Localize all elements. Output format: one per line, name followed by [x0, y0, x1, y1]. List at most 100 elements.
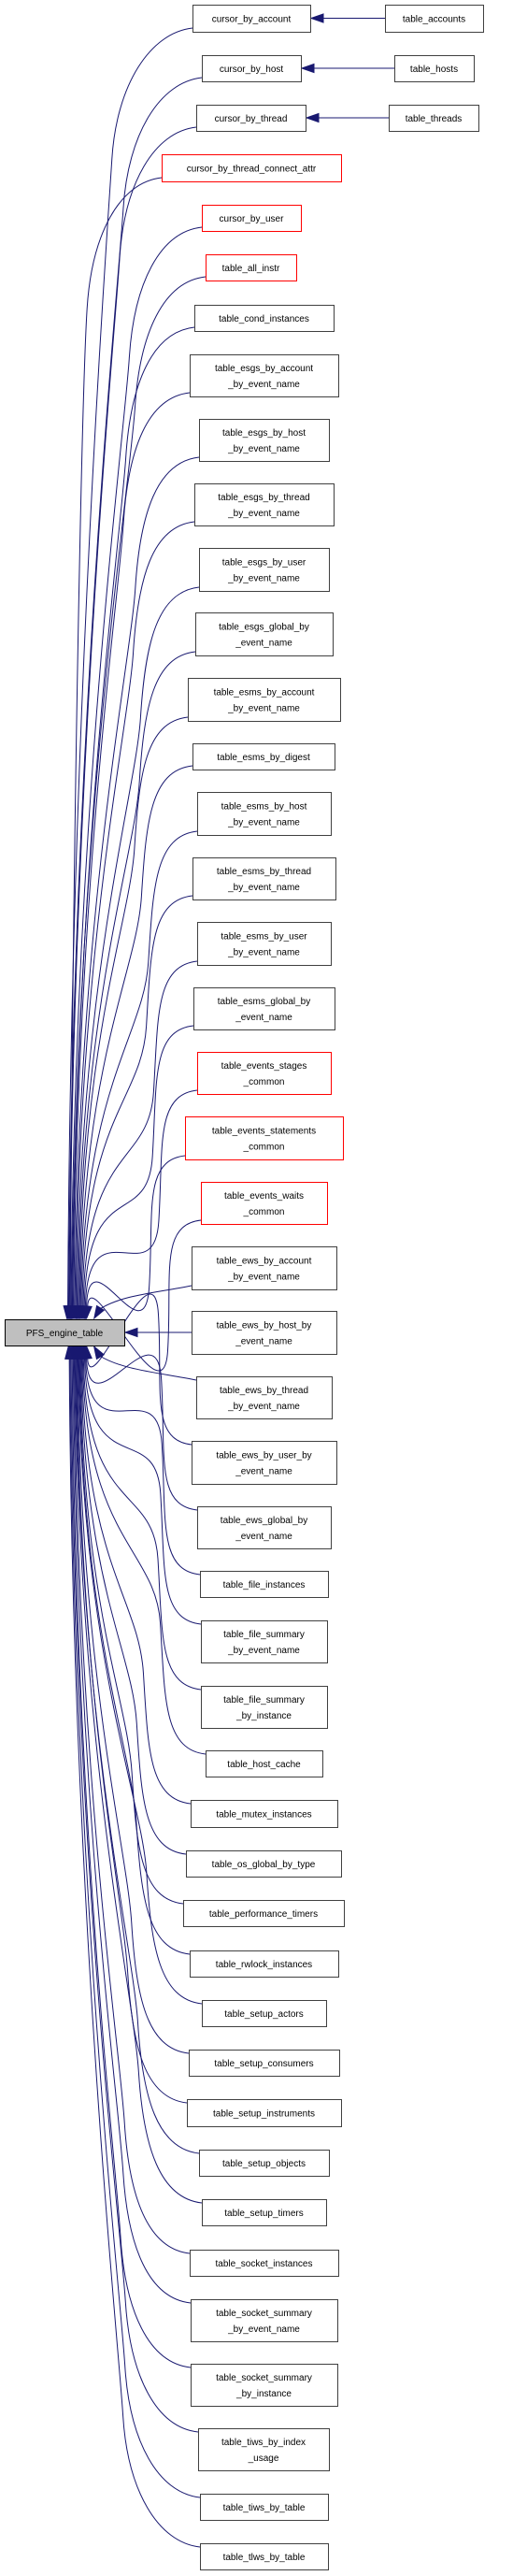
edge-table-file-summary-by-event-name-to-pfs-engine-table	[83, 1358, 202, 1625]
edge-table-socket-summary-by-instance-to-pfs-engine-table	[71, 1358, 192, 2368]
node-label: _by_event_name	[227, 948, 300, 958]
node-table-ews-by-user-by-event-name[interactable]: table_ews_by_user_by _event_name	[192, 1441, 337, 1485]
node-box	[197, 922, 332, 966]
node-table-setup-instruments[interactable]: table_setup_instruments	[187, 2099, 342, 2127]
node-label: table_ews_by_account	[217, 1257, 312, 1267]
node-label: table_threads	[406, 114, 463, 124]
node-table-tiws-by-table[interactable]: table_tiws_by_table	[200, 2494, 329, 2521]
node-table-esms-by-thread-by-event-name[interactable]: table_esms_by_thread _by_event_name	[192, 857, 336, 900]
node-box	[194, 483, 335, 526]
node-table-ews-by-thread-by-event-name[interactable]: table_ews_by_thread _by_event_name	[196, 1376, 333, 1419]
node-table-esgs-by-account-by-event-name[interactable]: table_esgs_by_account _by_event_name	[190, 354, 339, 397]
edge-table-events-waits-common-to-pfs-engine-table	[87, 1219, 202, 1372]
node-label: _common	[243, 1207, 285, 1217]
node-label: _by_event_name	[227, 2324, 300, 2335]
node-table-mutex-instances[interactable]: table_mutex_instances	[191, 1800, 338, 1828]
node-label: _event_name	[235, 1013, 292, 1023]
node-table-socket-summary-by-event-name[interactable]: table_socket_summary _by_event_name	[191, 2299, 338, 2342]
node-box	[197, 1052, 332, 1095]
node-table-events-waits-common[interactable]: table_events_waits _common	[201, 1182, 328, 1225]
node-box	[199, 419, 330, 462]
node-cursor-by-account[interactable]: cursor_by_account	[192, 5, 311, 33]
node-table-file-instances[interactable]: table_file_instances	[200, 1571, 329, 1598]
node-label: _by_event_name	[227, 574, 300, 584]
node-table-file-summary-by-instance[interactable]: table_file_summary _by_instance	[201, 1686, 328, 1729]
node-table-ews-global-by-event-name[interactable]: table_ews_global_by _event_name	[197, 1506, 332, 1549]
node-table-os-global-by-type[interactable]: table_os_global_by_type	[186, 1850, 342, 1878]
node-table-esgs-by-user-by-event-name[interactable]: table_esgs_by_user _by_event_name	[199, 548, 330, 592]
node-box	[192, 857, 336, 900]
node-label: _by_event_name	[227, 380, 300, 390]
edge-table-esms-by-thread-by-event-name-to-pfs-engine-table	[81, 895, 193, 1307]
node-label: _by_event_name	[227, 1646, 300, 1656]
edge-table-esms-global-by-event-name-to-pfs-engine-table	[83, 1025, 194, 1307]
node-cursor-by-thread[interactable]: cursor_by_thread	[196, 105, 306, 132]
node-label: _by_event_name	[227, 883, 300, 893]
node-box	[192, 1441, 337, 1485]
edge-table-setup-instruments-to-pfs-engine-table	[76, 1358, 188, 2104]
node-label: _common	[243, 1143, 285, 1153]
node-label: table_ews_by_thread	[220, 1386, 308, 1396]
node-label: table_ews_by_host_by	[217, 1321, 312, 1331]
node-table-esms-by-host-by-event-name[interactable]: table_esms_by_host _by_event_name	[197, 792, 332, 836]
edge-table-socket-summary-by-event-name-to-pfs-engine-table	[72, 1358, 192, 2304]
edge-table-file-instances-to-pfs-engine-table	[85, 1358, 201, 1576]
node-label: table_esms_by_digest	[217, 753, 310, 763]
node-box	[196, 1376, 333, 1419]
edge-table-host-cache-to-pfs-engine-table	[81, 1358, 207, 1755]
node-label: _by_instance	[235, 1711, 292, 1721]
node-table-esgs-by-thread-by-event-name[interactable]: table_esgs_by_thread _by_event_name	[194, 483, 335, 526]
node-label: _event_name	[235, 639, 292, 649]
node-label: cursor_by_account	[212, 15, 292, 25]
node-label: cursor_by_user	[220, 214, 285, 224]
node-table-rwlock-instances[interactable]: table_rwlock_instances	[190, 1950, 339, 1978]
edge-table-esms-by-host-by-event-name-to-pfs-engine-table	[80, 830, 198, 1307]
node-table-accounts[interactable]: table_accounts	[385, 5, 484, 33]
node-label: table_host_cache	[227, 1760, 301, 1770]
node-table-setup-actors[interactable]: table_setup_actors	[202, 2000, 327, 2027]
node-table-host-cache[interactable]: table_host_cache	[206, 1750, 323, 1777]
node-table-events-stages-common[interactable]: table_events_stages _common	[197, 1052, 332, 1095]
node-table-setup-consumers[interactable]: table_setup_consumers	[189, 2050, 340, 2077]
node-table-esms-by-account-by-event-name[interactable]: table_esms_by_account _by_event_name	[188, 678, 341, 722]
node-label: table_ews_by_user_by	[216, 1451, 311, 1461]
node-table-setup-timers[interactable]: table_setup_timers	[202, 2199, 327, 2226]
node-cursor-by-host[interactable]: cursor_by_host	[202, 55, 302, 82]
node-box	[191, 2299, 338, 2342]
node-table-socket-instances[interactable]: table_socket_instances	[190, 2250, 339, 2277]
edge-table-socket-instances-to-pfs-engine-table	[73, 1358, 191, 2254]
node-table-performance-timers[interactable]: table_performance_timers	[183, 1900, 345, 1927]
node-table-file-summary-by-event-name[interactable]: table_file_summary _by_event_name	[201, 1620, 328, 1663]
node-table-events-statements-common[interactable]: table_events_statements _common	[185, 1116, 344, 1160]
node-table-threads[interactable]: table_threads	[389, 105, 479, 132]
edge-table-rwlock-instances-to-pfs-engine-table	[78, 1358, 191, 1955]
node-table-hosts[interactable]: table_hosts	[394, 55, 475, 82]
node-label: _event_name	[235, 1532, 292, 1542]
node-box	[199, 548, 330, 592]
node-label: table_events_waits	[224, 1191, 304, 1202]
node-cursor-by-thread-connect-attr[interactable]: cursor_by_thread_connect_attr	[162, 154, 342, 182]
node-label: table_socket_summary	[216, 2373, 312, 2383]
node-label: table_file_summary	[223, 1695, 305, 1705]
node-table-tlws-by-table[interactable]: table_tlws_by_table	[200, 2543, 329, 2570]
node-table-setup-objects[interactable]: table_setup_objects	[199, 2150, 330, 2177]
node-table-ews-by-account-by-event-name[interactable]: table_ews_by_account _by_event_name	[192, 1246, 337, 1290]
node-table-tiws-by-index-usage[interactable]: table_tiws_by_index _usage	[198, 2428, 330, 2471]
edge-table-performance-timers-to-pfs-engine-table	[79, 1358, 184, 1905]
edge-cursor-by-thread-connect-attr-to-pfs-engine-table	[69, 177, 163, 1307]
node-pfs-engine-table[interactable]: PFS_engine_table	[5, 1319, 125, 1346]
node-table-cond-instances[interactable]: table_cond_instances	[194, 305, 335, 332]
node-table-all-instr[interactable]: table_all_instr	[206, 254, 297, 281]
node-table-esms-by-digest[interactable]: table_esms_by_digest	[192, 743, 335, 770]
node-table-socket-summary-by-instance[interactable]: table_socket_summary _by_instance	[191, 2364, 338, 2407]
edge-cursor-by-account-to-pfs-engine-table	[67, 27, 193, 1307]
node-table-ews-by-host-by-event-name[interactable]: table_ews_by_host_by _event_name	[192, 1311, 337, 1355]
node-table-esgs-global-by-event-name[interactable]: table_esgs_global_by _event_name	[195, 612, 334, 656]
node-label: table_setup_timers	[224, 2209, 304, 2219]
edge-table-cond-instances-to-pfs-engine-table	[72, 326, 195, 1307]
node-label: table_all_instr	[222, 264, 280, 274]
node-table-esms-global-by-event-name[interactable]: table_esms_global_by _event_name	[193, 987, 335, 1030]
node-table-esgs-by-host-by-event-name[interactable]: table_esgs_by_host _by_event_name	[199, 419, 330, 462]
node-table-esms-by-user-by-event-name[interactable]: table_esms_by_user _by_event_name	[197, 922, 332, 966]
node-cursor-by-user[interactable]: cursor_by_user	[202, 205, 302, 232]
